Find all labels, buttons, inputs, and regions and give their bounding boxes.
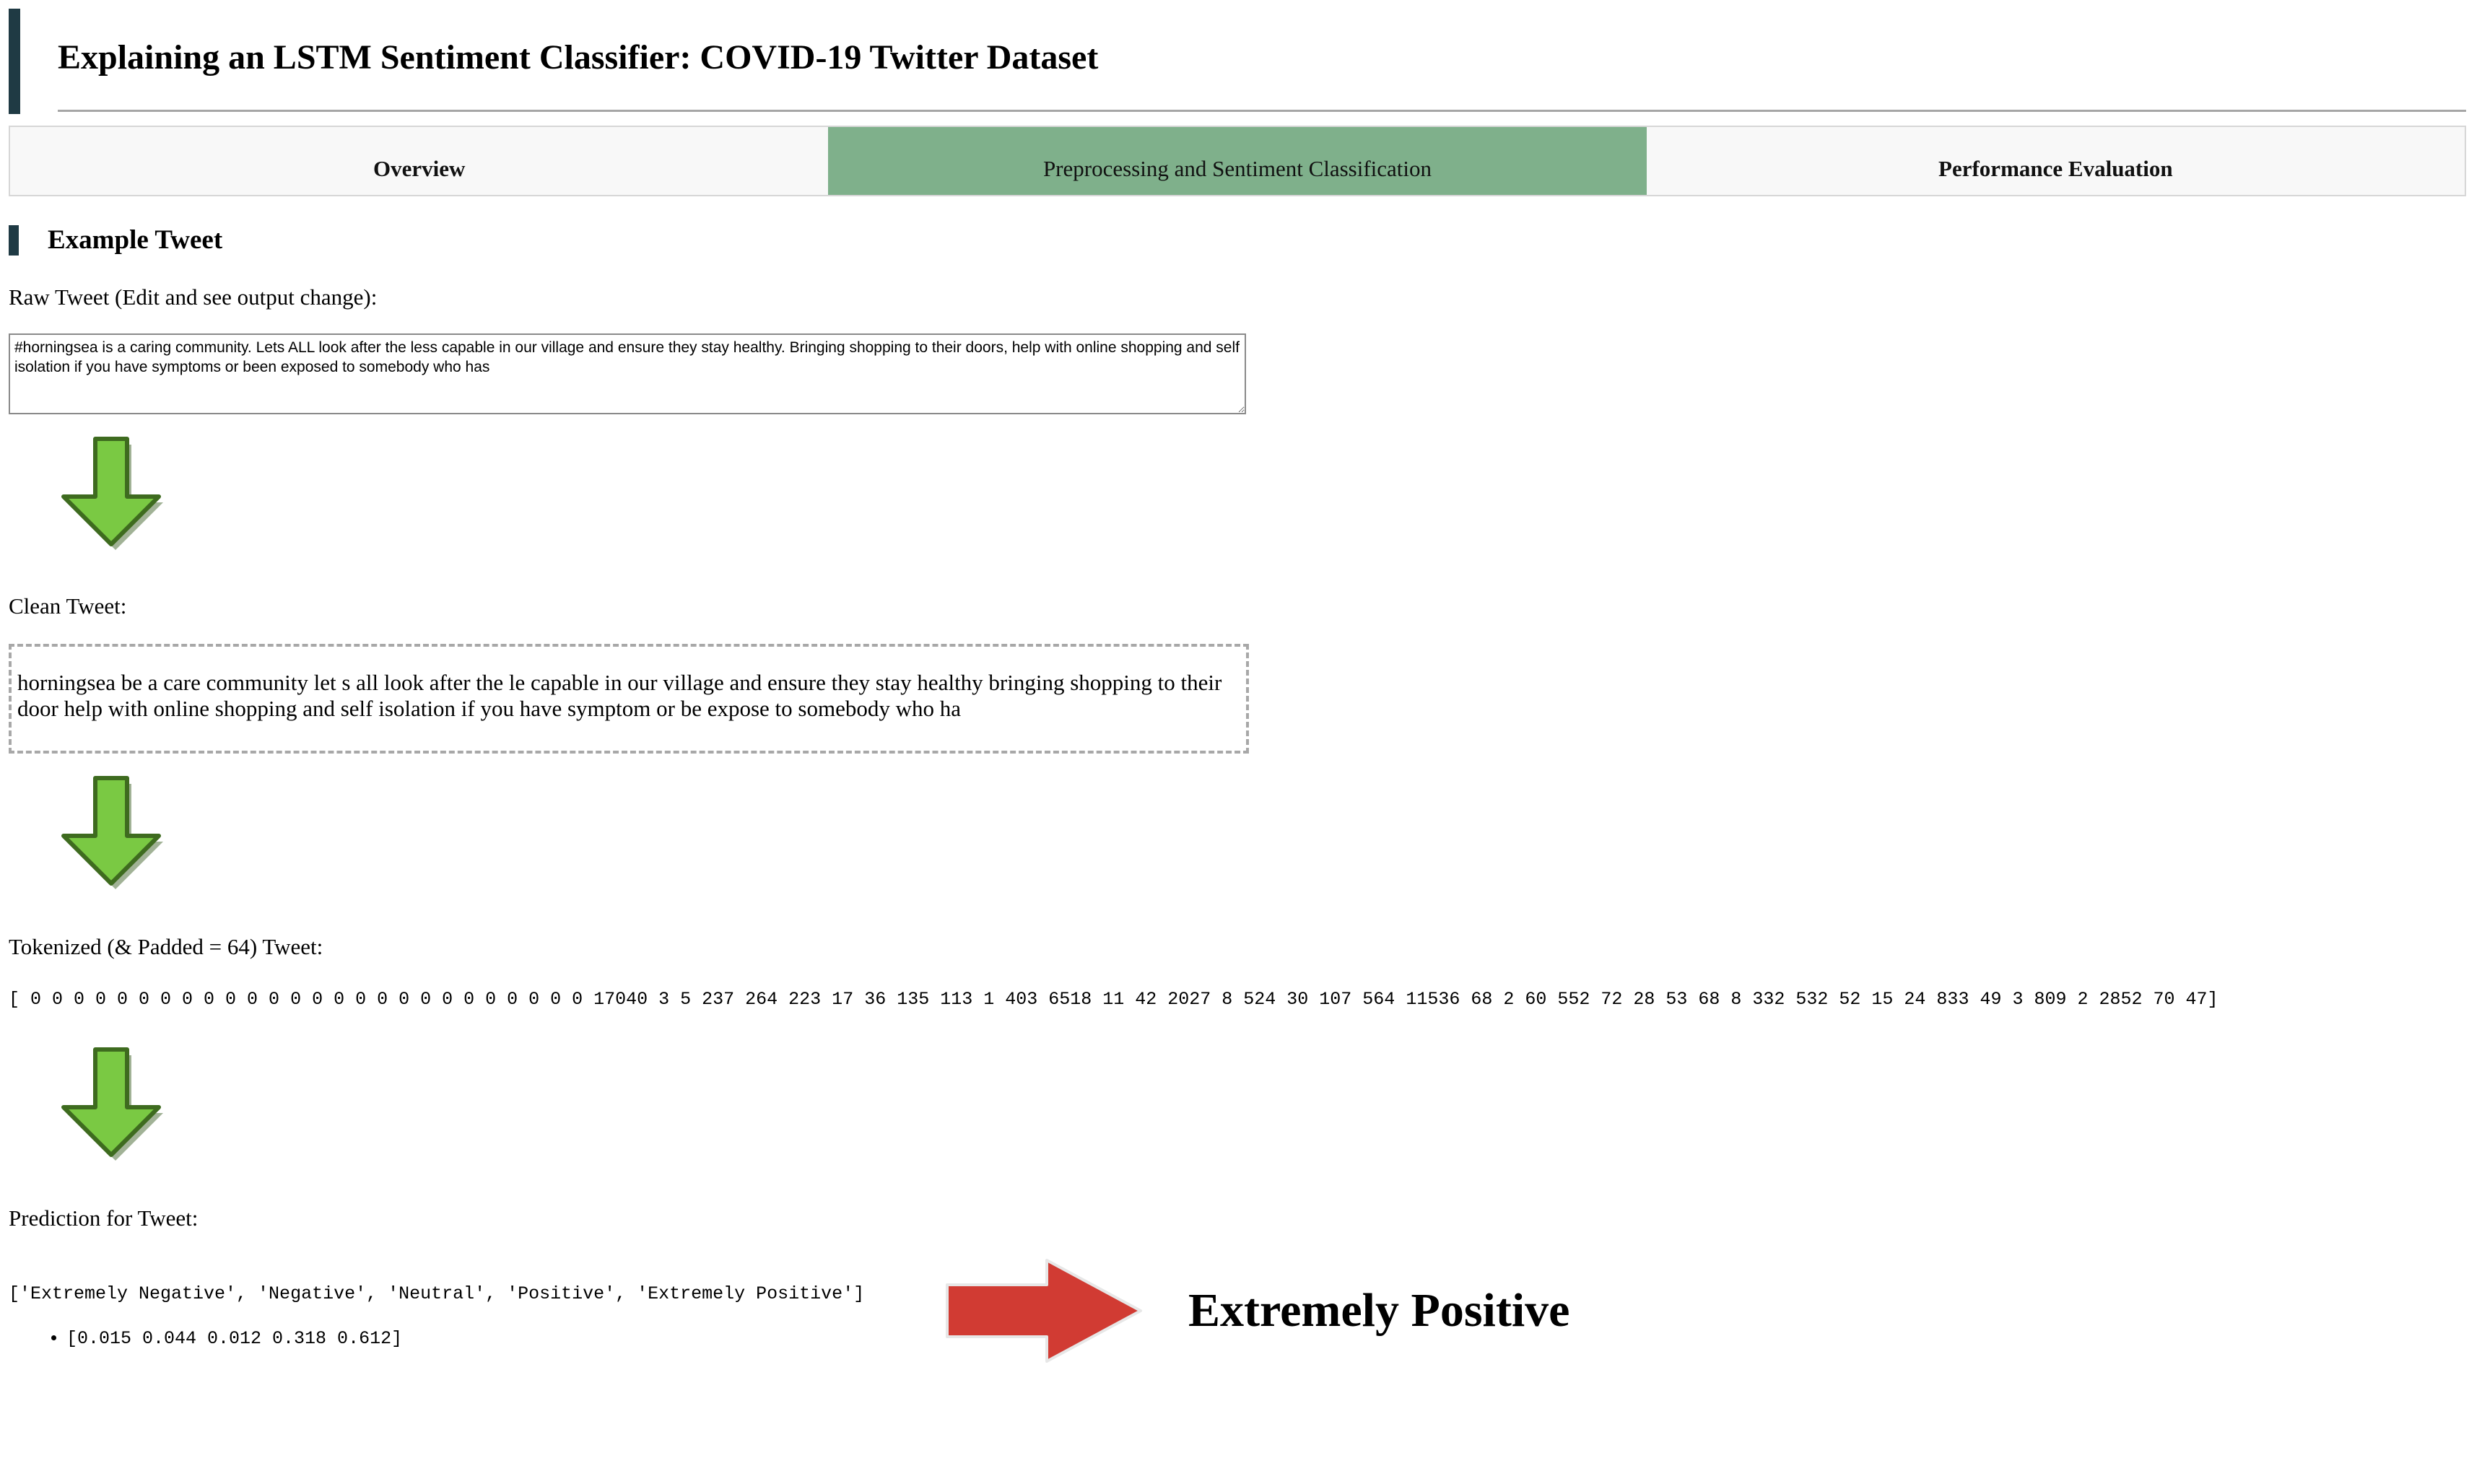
page: Explaining an LSTM Sentiment Classifier:… bbox=[0, 0, 2469, 1484]
arrow-right-icon bbox=[946, 1259, 1142, 1363]
page-header: Explaining an LSTM Sentiment Classifier:… bbox=[9, 9, 2466, 114]
probabilities-item: [0.015 0.044 0.012 0.318 0.612] bbox=[66, 1328, 402, 1349]
clean-tweet-label: Clean Tweet: bbox=[9, 593, 127, 619]
tab-performance-evaluation[interactable]: Performance Evaluation bbox=[1647, 127, 2465, 195]
prediction-result: Extremely Positive bbox=[1188, 1284, 1570, 1337]
clean-tweet-output: horningsea be a care community let s all… bbox=[9, 644, 1249, 754]
raw-tweet-input[interactable]: #horningsea is a caring community. Lets … bbox=[9, 333, 1246, 414]
tab-overview[interactable]: Overview bbox=[10, 127, 828, 195]
tab-bar: Overview Preprocessing and Sentiment Cla… bbox=[9, 126, 2466, 196]
tokenized-tweet-output: [ 0 0 0 0 0 0 0 0 0 0 0 0 0 0 0 0 0 0 0 … bbox=[9, 989, 2218, 1010]
probabilities-list: [0.015 0.044 0.012 0.318 0.612] bbox=[9, 1328, 402, 1349]
arrow-down-icon bbox=[61, 437, 163, 550]
section-heading: Example Tweet bbox=[9, 225, 222, 256]
arrow-down-icon bbox=[61, 776, 163, 889]
arrow-down-icon bbox=[61, 1047, 163, 1161]
tab-preprocessing[interactable]: Preprocessing and Sentiment Classificati… bbox=[828, 127, 1647, 195]
header-divider bbox=[58, 110, 2466, 112]
tokenized-tweet-label: Tokenized (& Padded = 64) Tweet: bbox=[9, 934, 323, 959]
page-title: Explaining an LSTM Sentiment Classifier:… bbox=[58, 38, 1099, 77]
class-names: ['Extremely Negative', 'Negative', 'Neut… bbox=[9, 1283, 865, 1304]
prediction-label: Prediction for Tweet: bbox=[9, 1205, 199, 1231]
raw-tweet-label: Raw Tweet (Edit and see output change): bbox=[9, 284, 378, 310]
